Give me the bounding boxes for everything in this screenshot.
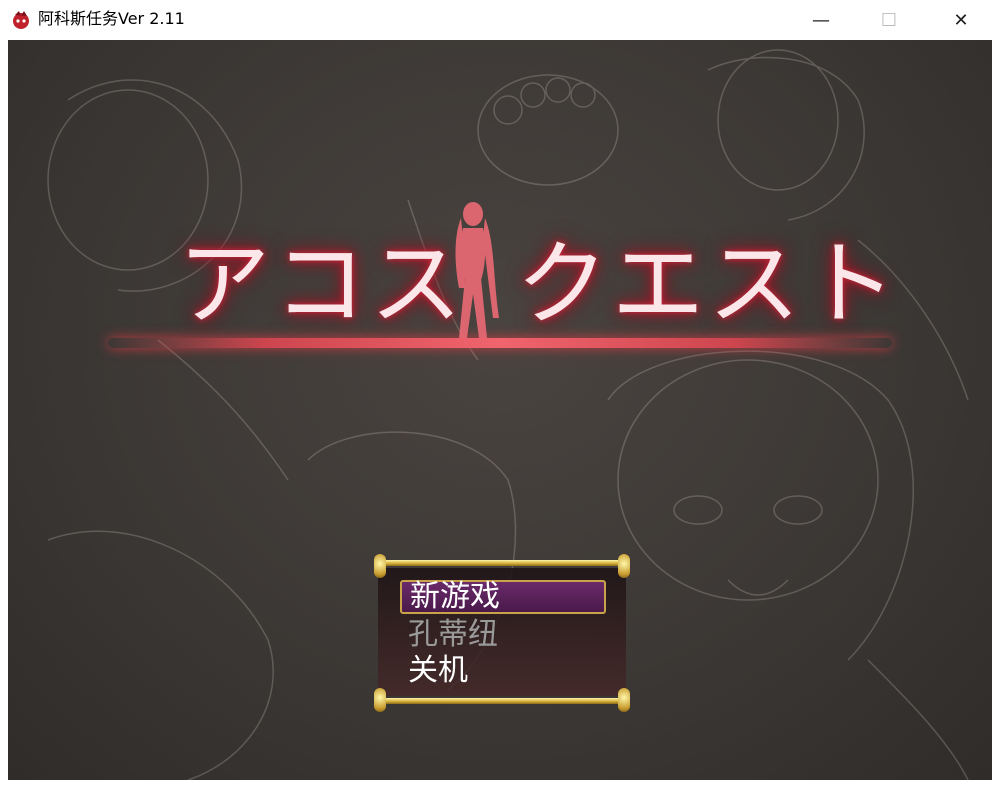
menu-item-shutdown[interactable]: 关机	[400, 654, 606, 688]
maximize-button[interactable]: ☐	[866, 0, 912, 40]
game-window: 阿科斯任务Ver 2.11 — ☐ ✕ アコス クエスト 新游戏 孔蒂纽 关机	[0, 0, 1000, 788]
maximize-icon: ☐	[880, 9, 898, 31]
title-bar[interactable]: 阿科斯任务Ver 2.11 — ☐ ✕	[0, 0, 1000, 40]
title-right-text: クエスト	[516, 231, 901, 338]
window-title: 阿科斯任务Ver 2.11	[38, 9, 185, 28]
minimize-icon: —	[812, 9, 830, 31]
menu-item-continue[interactable]: 孔蒂纽	[400, 618, 606, 652]
minimize-button[interactable]: —	[798, 0, 844, 40]
menu-frame-top	[378, 560, 626, 566]
character-silhouette-icon	[455, 202, 499, 338]
frame-ornament-icon	[618, 688, 630, 712]
frame-ornament-icon	[374, 554, 386, 578]
app-icon	[13, 11, 29, 29]
menu-frame-bottom	[378, 698, 626, 704]
frame-ornament-icon	[618, 554, 630, 578]
close-icon: ✕	[953, 9, 969, 31]
frame-ornament-icon	[374, 688, 386, 712]
title-menu: 新游戏 孔蒂纽 关机	[374, 554, 630, 712]
title-left-text: アコス	[178, 231, 467, 338]
game-canvas[interactable]: アコス クエスト 新游戏 孔蒂纽 关机	[8, 40, 992, 780]
menu-item-new-game[interactable]: 新游戏	[400, 580, 606, 614]
close-button[interactable]: ✕	[938, 0, 984, 40]
game-logo: アコス クエスト	[108, 202, 908, 370]
